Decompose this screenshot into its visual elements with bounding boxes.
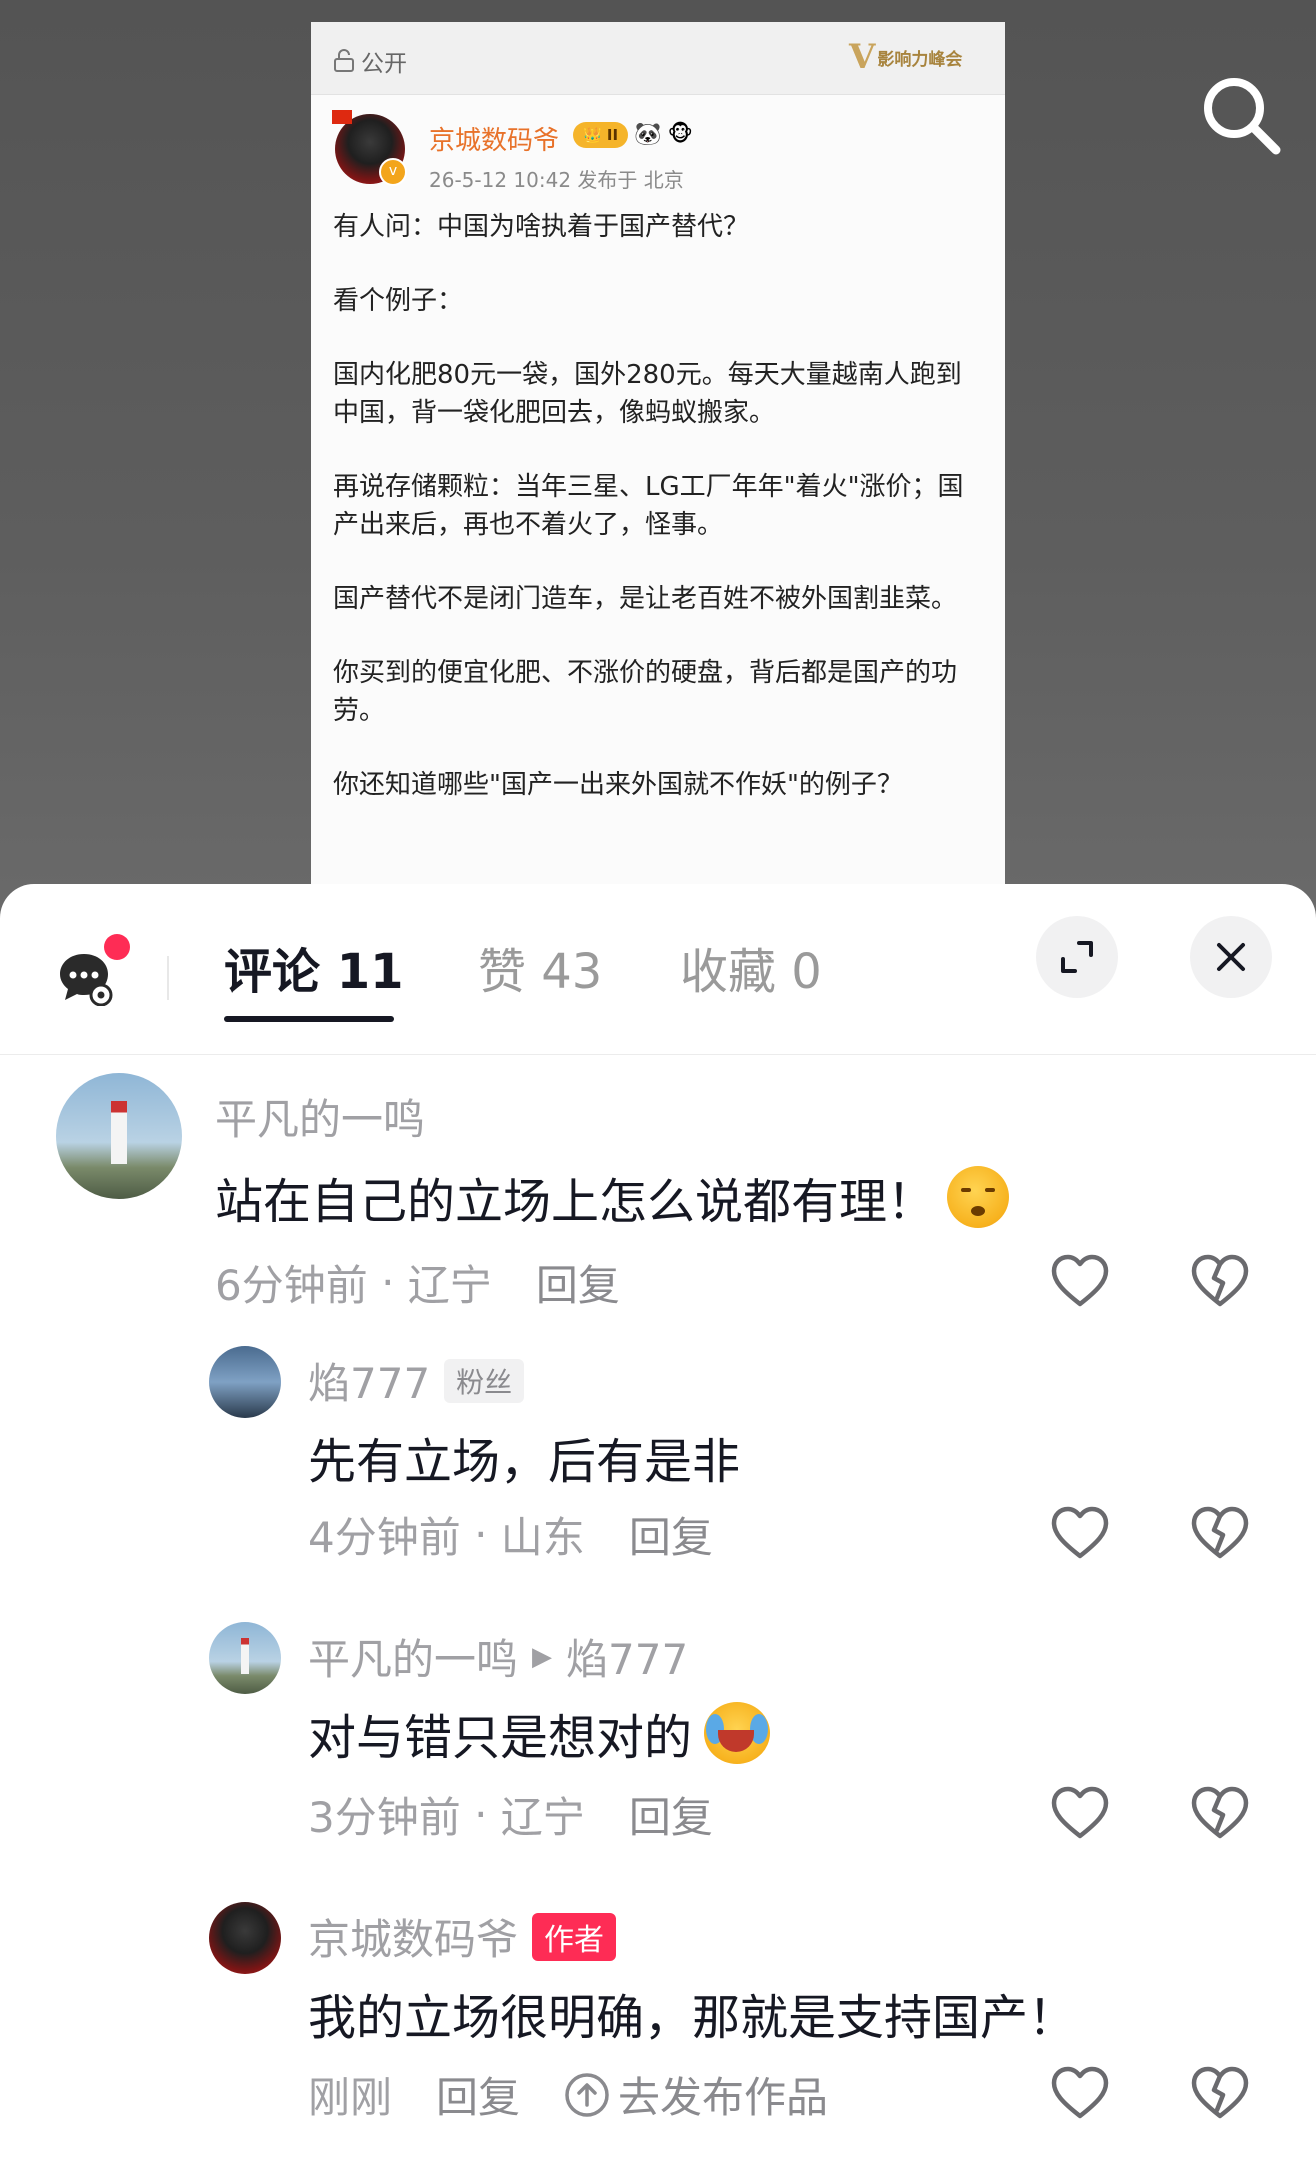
post-topbar: 公开 V 影响力峰会: [311, 22, 1005, 95]
comment-author[interactable]: 焰777 粉丝: [308, 1350, 525, 1411]
china-flag-icon: [332, 110, 352, 124]
summit-logo: V 影响力峰会: [849, 37, 963, 77]
smirk-emoji-icon: [947, 1166, 1010, 1228]
comment-meta: 3分钟前 · 辽宁 回复: [308, 1784, 713, 1845]
chat-bubble-icon[interactable]: [58, 950, 114, 1007]
avatar[interactable]: [209, 1902, 281, 1974]
verified-badge-icon: v: [379, 158, 407, 186]
visibility-indicator: 公开: [333, 44, 407, 78]
comment-author[interactable]: 平凡的一鸣: [215, 1086, 425, 1147]
author-tag: 作者: [532, 1912, 617, 1961]
reply-button[interactable]: 回复: [629, 1784, 713, 1845]
post-paragraph: 你还知道哪些"国产一出来外国就不作妖"的例子？: [333, 770, 903, 800]
comment-author[interactable]: 平凡的一鸣 ▶ 焰777: [308, 1626, 688, 1687]
reply-button[interactable]: 回复: [436, 2064, 520, 2125]
comment-text: 先有立场，后有是非: [308, 1434, 741, 1490]
like-heart-icon[interactable]: [1050, 1784, 1110, 1844]
expand-icon: [1061, 941, 1093, 973]
post-card: 公开 V 影响力峰会 v 京城数码爷 👑 II 🐼 🐵 26-5-12 10:42…: [311, 22, 1005, 920]
comment-meta: 刚刚 回复 去发布作品: [308, 2064, 828, 2125]
reply-to-name[interactable]: 焰777: [566, 1626, 688, 1687]
comment-meta: 6分钟前 · 辽宁 回复: [215, 1252, 620, 1313]
dislike-broken-heart-icon[interactable]: [1190, 2064, 1250, 2124]
author-badges: 👑 II 🐼 🐵: [573, 122, 693, 148]
crying-laugh-emoji-icon: [704, 1702, 771, 1764]
post-paragraph: 再说存储颗粒：当年三星、LG工厂年年"着火"涨价；国产出来后，再也不着火了，怪事…: [333, 472, 964, 540]
comment-meta: 4分钟前 · 山东 回复: [308, 1504, 713, 1565]
sheet-header: 评论 11 赞 43 收藏 0: [0, 884, 1316, 1055]
notification-dot: [104, 934, 130, 960]
post-body: 有人问：中国为啥执着于国产替代？ 看个例子： 国内化肥80元一袋，国外280元。…: [333, 208, 983, 840]
unlock-icon: [334, 49, 354, 72]
expand-button[interactable]: [1036, 916, 1118, 998]
level-badge: 👑 II: [573, 122, 629, 148]
fan-tag: 粉丝: [444, 1358, 525, 1403]
like-heart-icon[interactable]: [1050, 1504, 1110, 1564]
close-icon: [1217, 943, 1245, 971]
post-paragraph: 看个例子：: [333, 286, 464, 316]
post-paragraph: 你买到的便宜化肥、不涨价的硬盘，背后都是国产的功劳。: [333, 658, 958, 726]
publish-work-button[interactable]: 去发布作品: [564, 2064, 828, 2125]
tab-likes[interactable]: 赞 43: [478, 932, 602, 1002]
dislike-broken-heart-icon[interactable]: [1190, 1504, 1250, 1564]
panda-icon: 🐼: [634, 122, 662, 147]
comment-text: 站在自己的立场上怎么说都有理！: [215, 1162, 1010, 1232]
like-heart-icon[interactable]: [1050, 1252, 1110, 1312]
post-paragraph: 国产替代不是闭门造车，是让老百姓不被外国割韭菜。: [333, 584, 958, 614]
tab-comments-underline: [224, 1016, 394, 1022]
reply-button[interactable]: 回复: [536, 1252, 620, 1313]
reply-to-arrow-icon: ▶: [532, 1641, 553, 1672]
avatar[interactable]: [209, 1346, 281, 1418]
reply-button[interactable]: 回复: [629, 1504, 713, 1565]
comment-text: 我的立场很明确，那就是支持国产！: [308, 1990, 1077, 2046]
comment-sheet: 评论 11 赞 43 收藏 0 平凡的一鸣 站在自己的立场上怎么说都有理！ 6分…: [0, 884, 1316, 2183]
upload-arrow-icon: [565, 2072, 609, 2117]
avatar[interactable]: [56, 1073, 182, 1199]
post-author-avatar[interactable]: v: [335, 114, 407, 186]
post-author-name[interactable]: 京城数码爷: [429, 120, 559, 157]
like-heart-icon[interactable]: [1050, 2064, 1110, 2124]
visibility-label: 公开: [361, 51, 407, 77]
dislike-broken-heart-icon[interactable]: [1190, 1784, 1250, 1844]
dislike-broken-heart-icon[interactable]: [1190, 1252, 1250, 1312]
search-icon[interactable]: [1196, 70, 1286, 160]
tab-favorites[interactable]: 收藏 0: [680, 932, 822, 1002]
post-meta: 26-5-12 10:42 发布于 北京: [429, 168, 684, 192]
avatar[interactable]: [209, 1622, 281, 1694]
tab-comments[interactable]: 评论 11: [224, 932, 404, 1002]
header-divider: [167, 956, 169, 1000]
close-button[interactable]: [1190, 916, 1272, 998]
post-paragraph: 有人问：中国为啥执着于国产替代？: [333, 212, 750, 242]
comment-text: 对与错只是想对的: [308, 1698, 771, 1768]
post-paragraph: 国内化肥80元一袋，国外280元。每天大量越南人跑到中国，背一袋化肥回去，像蚂蚁…: [333, 360, 962, 428]
comment-author[interactable]: 京城数码爷 作者: [308, 1906, 617, 1967]
fan-badge-icon: 🐵: [667, 122, 693, 147]
